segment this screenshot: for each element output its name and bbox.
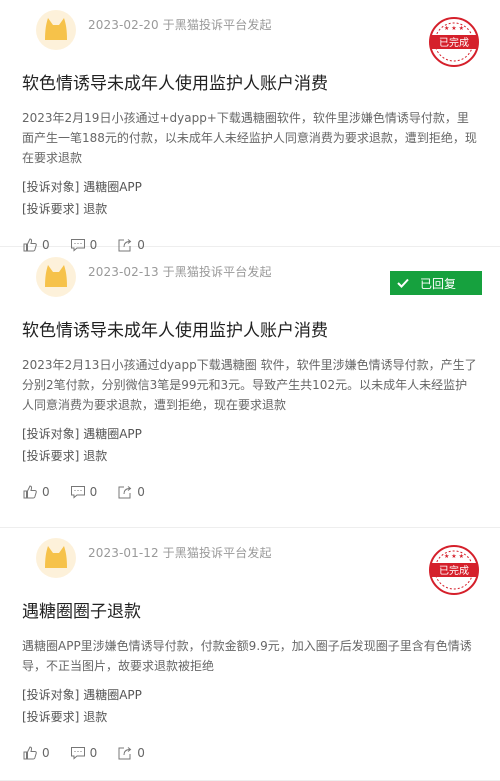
complaint-demand: [投诉要求] 退款 <box>22 198 478 220</box>
complaint-meta: 2023-01-12 于黑猫投诉平台发起 <box>88 546 272 560</box>
demand-value: 退款 <box>83 449 108 463</box>
complaint-title[interactable]: 遇糖圈圈子退款 <box>22 586 478 624</box>
target-value: 遇糖圈APP <box>83 688 142 702</box>
comment-count: 0 <box>89 485 98 499</box>
cat-avatar-icon <box>36 10 76 50</box>
complaint-target: [投诉对象] 遇糖圈APP <box>22 684 478 706</box>
complaint-card[interactable]: 2023-02-20 于黑猫投诉平台发起 已完成 ★ ★ ★ 软色情诱导未成年人… <box>0 0 500 252</box>
comment-icon <box>70 747 85 760</box>
demand-label: [投诉要求] <box>22 710 80 724</box>
complaint-content: 2023年2月19日小孩通过+dyapp+下载遇糖圈软件，软件里涉嫌色情诱导付款… <box>22 111 477 165</box>
share-icon <box>118 747 132 760</box>
action-bar: 0 0 0 <box>22 734 478 772</box>
svg-text:★ ★ ★: ★ ★ ★ <box>444 553 464 560</box>
status-label: 已回复 <box>420 276 457 291</box>
demand-label: [投诉要求] <box>22 449 80 463</box>
checkmark-icon <box>397 278 409 288</box>
like-count: 0 <box>42 746 50 760</box>
like-button[interactable]: 0 <box>22 745 50 761</box>
target-value: 遇糖圈APP <box>83 180 142 194</box>
status-label: 已完成 <box>439 564 469 577</box>
demand-label: [投诉要求] <box>22 202 80 216</box>
status-label: 已完成 <box>439 36 469 49</box>
replied-badge: 已回复 <box>390 271 482 295</box>
complaint-title[interactable]: 软色情诱导未成年人使用监护人账户消费 <box>22 305 478 343</box>
thumbs-up-icon <box>23 746 37 760</box>
complaint-title[interactable]: 软色情诱导未成年人使用监护人账户消费 <box>22 58 478 96</box>
target-label: [投诉对象] <box>22 427 80 441</box>
completed-stamp-icon: 已完成 ★ ★ ★ <box>428 16 480 68</box>
share-count: 0 <box>137 746 145 760</box>
complaint-demand: [投诉要求] 退款 <box>22 445 478 467</box>
share-icon <box>118 486 132 499</box>
demand-value: 退款 <box>83 710 108 724</box>
cat-avatar-icon <box>36 538 76 578</box>
thumbs-up-icon <box>23 485 37 499</box>
completed-stamp-icon: 已完成 ★ ★ ★ <box>428 544 480 596</box>
comment-button[interactable]: 0 <box>70 484 98 500</box>
target-value: 遇糖圈APP <box>83 427 142 441</box>
complaint-content: 2023年2月13日小孩通过dyapp下载遇糖圈 软件，软件里涉嫌色情诱导付款，… <box>22 358 477 412</box>
comment-count: 0 <box>89 746 98 760</box>
comment-icon <box>70 486 85 499</box>
complaint-meta: 2023-02-13 于黑猫投诉平台发起 <box>88 265 272 279</box>
target-label: [投诉对象] <box>22 180 80 194</box>
svg-text:★ ★ ★: ★ ★ ★ <box>444 25 464 32</box>
share-button[interactable]: 0 <box>117 484 145 500</box>
share-button[interactable]: 0 <box>117 745 145 761</box>
complaint-list: 2023-02-20 于黑猫投诉平台发起 已完成 ★ ★ ★ 软色情诱导未成年人… <box>0 0 500 781</box>
complaint-target: [投诉对象] 遇糖圈APP <box>22 423 478 445</box>
complaint-card[interactable]: 2023-02-13 于黑猫投诉平台发起 已回复 软色情诱导未成年人使用监护人账… <box>0 247 500 528</box>
like-count: 0 <box>42 485 50 499</box>
complaint-meta: 2023-02-20 于黑猫投诉平台发起 <box>88 18 272 32</box>
cat-avatar-icon <box>36 257 76 297</box>
share-count: 0 <box>137 485 145 499</box>
card-header: 2023-02-20 于黑猫投诉平台发起 <box>22 0 478 58</box>
action-bar: 0 0 0 <box>22 473 478 511</box>
complaint-demand: [投诉要求] 退款 <box>22 706 478 728</box>
complaint-card[interactable]: 2023-01-12 于黑猫投诉平台发起 已完成 ★ ★ ★ 遇糖圈圈子退款 遇… <box>0 528 500 781</box>
complaint-content: 遇糖圈APP里涉嫌色情诱导付款，付款金额9.9元，加入圈子后发现圈子里含有色情诱… <box>22 639 472 673</box>
card-header: 2023-01-12 于黑猫投诉平台发起 <box>22 528 478 586</box>
demand-value: 退款 <box>83 202 108 216</box>
target-label: [投诉对象] <box>22 688 80 702</box>
like-button[interactable]: 0 <box>22 484 50 500</box>
complaint-target: [投诉对象] 遇糖圈APP <box>22 176 478 198</box>
comment-button[interactable]: 0 <box>70 745 98 761</box>
